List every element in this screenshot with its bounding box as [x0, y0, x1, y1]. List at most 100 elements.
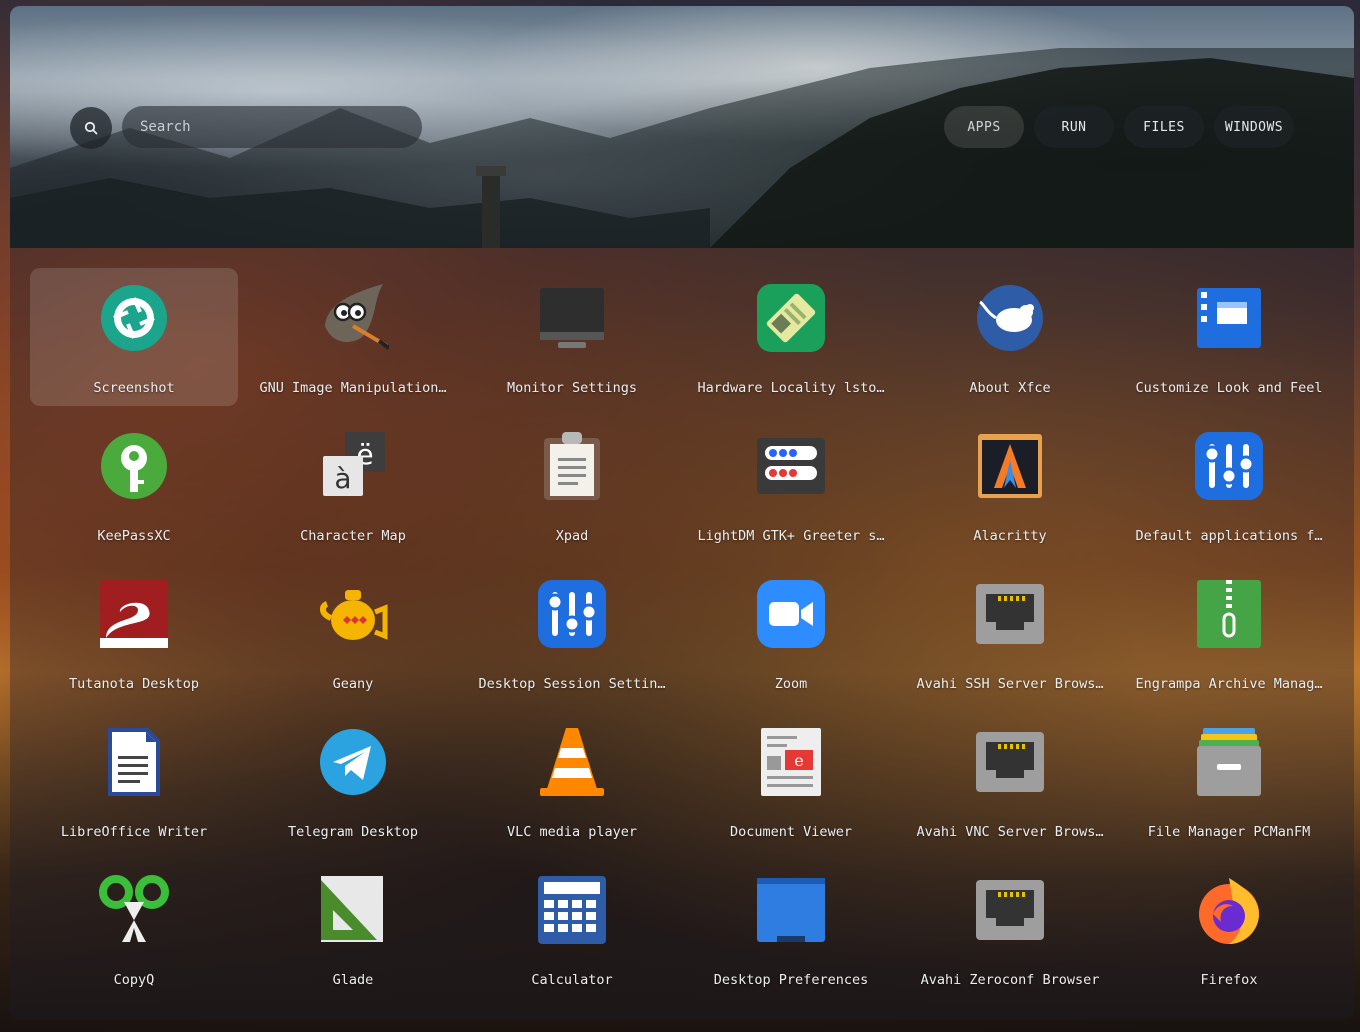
app-label: VLC media player — [506, 824, 638, 840]
character-map-icon: ë à — [323, 432, 385, 496]
teapot-icon — [319, 590, 388, 640]
app-label: LibreOffice Writer — [60, 824, 208, 840]
app-customize-look[interactable]: Customize Look and Feel — [1125, 268, 1333, 406]
app-label: Screenshot — [93, 380, 175, 396]
app-label: Alacritty — [973, 528, 1047, 544]
document-viewer-icon: e — [761, 728, 821, 796]
app-label: Avahi Zeroconf Browser — [920, 972, 1100, 988]
app-engrampa[interactable]: Engrampa Archive Manag… — [1125, 564, 1333, 702]
tab-apps[interactable]: APPS — [944, 106, 1024, 148]
app-label: Zoom — [774, 676, 808, 692]
telegram-icon — [320, 729, 386, 795]
app-firefox[interactable]: Firefox — [1125, 860, 1333, 998]
tab-run[interactable]: RUN — [1034, 106, 1114, 148]
archive-zipper-icon — [1197, 580, 1261, 648]
app-monitor-settings[interactable]: Monitor Settings — [468, 268, 676, 406]
xfce-mouse-icon — [977, 285, 1043, 351]
app-pcmanfm[interactable]: File Manager PCManFM — [1125, 712, 1333, 850]
app-screenshot[interactable]: Screenshot — [30, 268, 238, 406]
desktop-window-icon — [757, 878, 825, 942]
app-launcher: APPS RUN FILES WINDOWS Screenshot — [10, 6, 1354, 1020]
app-label: Desktop Session Settin… — [478, 676, 666, 692]
app-label: GNU Image Manipulation… — [259, 380, 447, 396]
app-label: Telegram Desktop — [287, 824, 419, 840]
app-calculator[interactable]: Calculator — [468, 860, 676, 998]
app-character-map[interactable]: ë à Character Map — [249, 416, 457, 554]
app-avahi-zeroconf[interactable]: Avahi Zeroconf Browser — [906, 860, 1114, 998]
file-cabinet-icon — [1197, 728, 1261, 796]
tab-windows[interactable]: WINDOWS — [1214, 106, 1294, 148]
set-square-icon — [321, 876, 383, 942]
apps-grid: Screenshot GNU Image Manipulation… Monit… — [10, 248, 1354, 1020]
app-label: Xpad — [555, 528, 589, 544]
screenshot-icon — [101, 285, 167, 351]
app-lightdm-greeter[interactable]: LightDM GTK+ Greeter s… — [687, 416, 895, 554]
launcher-header: APPS RUN FILES WINDOWS — [10, 6, 1354, 248]
app-label: Tutanota Desktop — [68, 676, 200, 692]
app-alacritty[interactable]: Alacritty — [906, 416, 1114, 554]
keepassxc-icon — [101, 433, 167, 499]
app-vlc[interactable]: VLC media player — [468, 712, 676, 850]
search-input[interactable] — [138, 118, 402, 136]
app-label: Glade — [332, 972, 374, 988]
clipboard-icon — [544, 432, 600, 500]
app-default-applications[interactable]: Default applications f… — [1125, 416, 1333, 554]
search-field — [122, 106, 422, 148]
search-button[interactable] — [70, 107, 112, 149]
header-landscape — [10, 48, 1354, 248]
sliders-icon — [1195, 432, 1263, 500]
app-keepassxc[interactable]: KeePassXC — [30, 416, 238, 554]
network-port-icon — [976, 732, 1044, 792]
app-label: Customize Look and Feel — [1135, 380, 1323, 396]
app-label: Avahi SSH Server Brows… — [916, 676, 1104, 692]
search-icon — [84, 121, 98, 135]
app-about-xfce[interactable]: About Xfce — [906, 268, 1114, 406]
app-xpad[interactable]: Xpad — [468, 416, 676, 554]
monitor-icon — [540, 288, 604, 348]
app-tutanota[interactable]: Tutanota Desktop — [30, 564, 238, 702]
tab-files[interactable]: FILES — [1124, 106, 1204, 148]
app-label: KeePassXC — [97, 528, 171, 544]
app-label: File Manager PCManFM — [1147, 824, 1311, 840]
app-copyq[interactable]: CopyQ — [30, 860, 238, 998]
app-label: Calculator — [531, 972, 613, 988]
app-libreoffice-writer[interactable]: LibreOffice Writer — [30, 712, 238, 850]
app-desktop-preferences[interactable]: Desktop Preferences — [687, 860, 895, 998]
svg-text:e: e — [794, 751, 803, 770]
scissors-icon — [99, 875, 169, 942]
app-label: Character Map — [300, 528, 406, 544]
app-label: Hardware Locality lsto… — [697, 380, 885, 396]
app-label: Monitor Settings — [506, 380, 638, 396]
network-port-icon — [976, 880, 1044, 940]
app-label: CopyQ — [113, 972, 155, 988]
app-gimp[interactable]: GNU Image Manipulation… — [249, 268, 457, 406]
app-telegram[interactable]: Telegram Desktop — [249, 712, 457, 850]
svg-text:à: à — [334, 462, 351, 495]
app-avahi-vnc[interactable]: Avahi VNC Server Brows… — [906, 712, 1114, 850]
app-geany[interactable]: Geany — [249, 564, 457, 702]
app-desktop-session[interactable]: Desktop Session Settin… — [468, 564, 676, 702]
app-avahi-ssh[interactable]: Avahi SSH Server Brows… — [906, 564, 1114, 702]
app-label: Default applications f… — [1135, 528, 1323, 544]
app-label: Document Viewer — [730, 824, 852, 840]
app-document-viewer[interactable]: e Document Viewer — [687, 712, 895, 850]
calculator-icon — [538, 876, 606, 944]
greeter-settings-icon — [757, 438, 825, 494]
firefox-icon — [1199, 878, 1259, 944]
app-hardware-locality[interactable]: Hardware Locality lsto… — [687, 268, 895, 406]
appearance-icon — [1197, 288, 1261, 348]
hardware-locality-icon — [757, 284, 825, 352]
app-glade[interactable]: Glade — [249, 860, 457, 998]
app-label: LightDM GTK+ Greeter s… — [697, 528, 885, 544]
video-camera-icon — [757, 580, 825, 648]
app-label: Desktop Preferences — [713, 972, 869, 988]
network-port-icon — [976, 584, 1044, 644]
app-label: Avahi VNC Server Brows… — [916, 824, 1104, 840]
traffic-cone-icon — [540, 728, 604, 796]
tutanota-icon — [100, 580, 168, 648]
sliders-icon — [538, 580, 606, 648]
alacritty-icon — [978, 434, 1042, 498]
app-zoom[interactable]: Zoom — [687, 564, 895, 702]
gimp-icon — [325, 284, 389, 350]
app-label: About Xfce — [969, 380, 1051, 396]
